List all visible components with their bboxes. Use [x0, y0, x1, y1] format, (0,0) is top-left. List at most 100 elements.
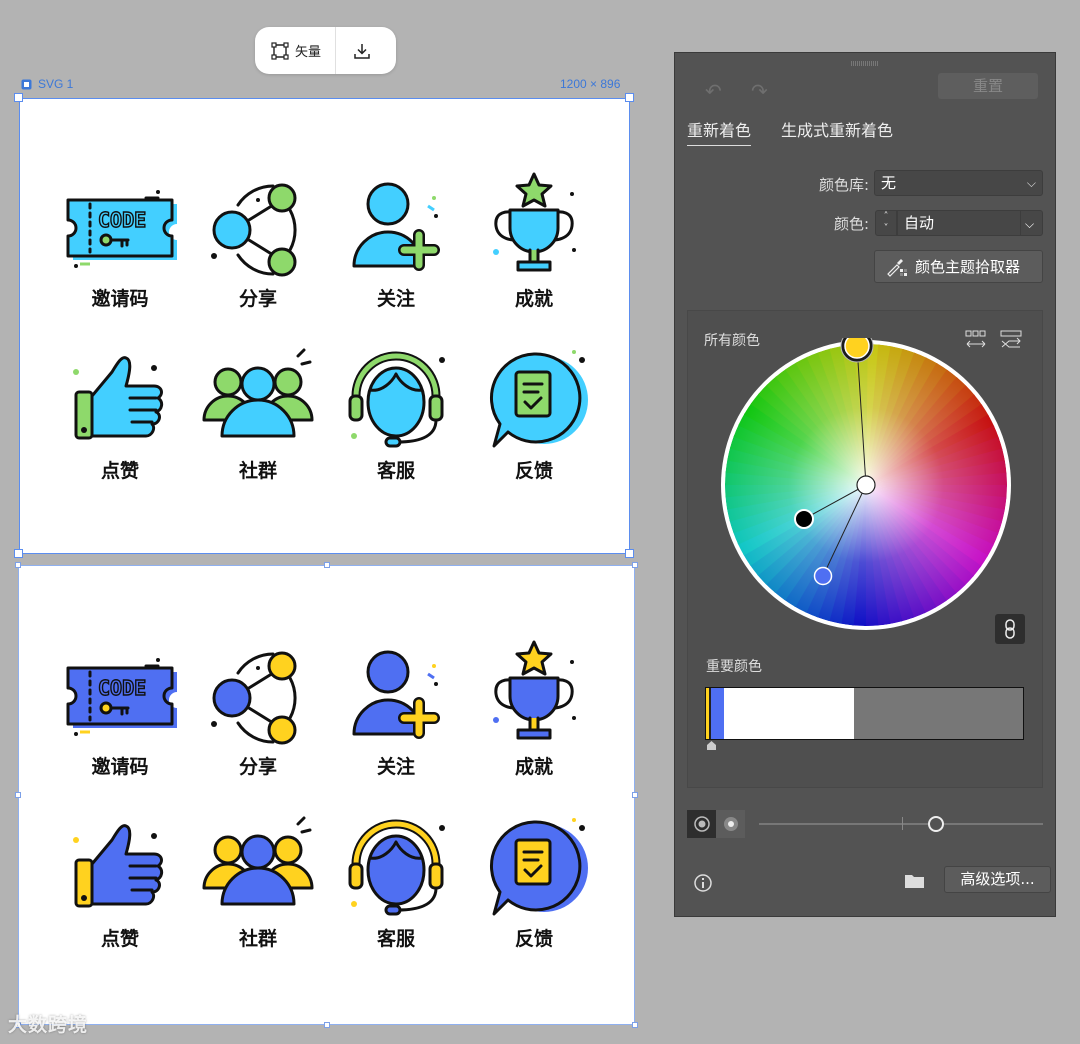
original-customer-service-item[interactable]: 客服 [336, 342, 456, 483]
artboard-size: 1200 × 896 [560, 77, 621, 91]
original-share-item[interactable]: 分享 [198, 170, 318, 311]
swatch-gray[interactable] [854, 688, 1023, 739]
community-label: 社群 [238, 460, 277, 482]
link-harmony-button[interactable] [995, 614, 1025, 644]
color-library-label: 颜色库: [818, 176, 869, 194]
colors-dropdown-button[interactable]: ⌵ [1020, 210, 1043, 236]
tab-recolor[interactable]: 重新着色 [687, 117, 752, 146]
artboard-original[interactable] [19, 98, 630, 554]
vector-button[interactable]: 矢量 [255, 27, 335, 74]
original-feedback-item[interactable]: 反馈 [474, 342, 594, 483]
resize-handle[interactable] [15, 562, 21, 568]
invite-code-label: 邀请码 [91, 288, 149, 310]
recolored-achievement-item[interactable]: 成就 [474, 638, 594, 779]
share-label: 分享 [238, 288, 277, 310]
achievement-label: 成就 [514, 756, 553, 778]
slider-center-tick [902, 817, 903, 830]
brightness-slider-track[interactable] [759, 823, 1043, 825]
resize-handle-tl[interactable] [14, 93, 23, 102]
share-icon [211, 651, 297, 745]
resize-handle[interactable] [632, 1022, 638, 1028]
resize-handle[interactable] [15, 792, 21, 798]
color-library-value: 无 [881, 174, 897, 192]
redo-icon[interactable]: ↷ [751, 79, 768, 103]
recolored-feedback-item[interactable]: 反馈 [474, 810, 594, 951]
resize-handle-bl[interactable] [14, 549, 23, 558]
feedback-label: 反馈 [514, 928, 553, 950]
customer-service-label: 客服 [376, 460, 415, 482]
reset-button[interactable]: 重置 [938, 73, 1038, 99]
achievement-label: 成就 [514, 288, 553, 310]
swatch-blue[interactable] [711, 688, 724, 739]
watermark: 大数跨境 [8, 1014, 89, 1036]
share-label: 分享 [238, 756, 277, 778]
follow-label: 关注 [376, 288, 415, 310]
community-icon [202, 816, 314, 906]
radio-on-icon [693, 816, 710, 832]
panel-grip[interactable] [851, 61, 879, 66]
svg-text:CODE: CODE [98, 676, 146, 700]
chevron-down-icon: ⌵ [1026, 176, 1036, 190]
color-theme-picker-button[interactable]: 颜色主题拾取器 [874, 250, 1043, 283]
original-follow-item[interactable]: 关注 [336, 170, 456, 311]
invite-code-label: 邀请码 [91, 756, 149, 778]
customer-service-label: 客服 [376, 928, 415, 950]
resize-handle-br[interactable] [625, 549, 634, 558]
folder-icon[interactable] [904, 873, 926, 889]
recolored-customer-service-item[interactable]: 客服 [336, 810, 456, 951]
follow-icon [352, 182, 440, 271]
display-mode-option-smooth[interactable] [687, 810, 716, 838]
download-button[interactable] [336, 27, 388, 74]
follow-icon [352, 650, 440, 739]
recolor-panel: ↶ ↷ 重置 重新着色 生成式重新着色 颜色库: 无 ⌵ 颜色: ˄ ˅ 自动 ⌵… [674, 52, 1056, 917]
recolored-invite-code-item[interactable]: CODE 邀请码 [60, 638, 180, 779]
customer-service-icon [348, 819, 445, 916]
original-like-item[interactable]: 点赞 [60, 342, 180, 483]
display-mode-group [687, 810, 745, 838]
display-mode-option-segmented[interactable] [716, 810, 745, 838]
resize-handle-tr[interactable] [625, 93, 634, 102]
recolored-follow-item[interactable]: 关注 [336, 638, 456, 779]
important-colors-bar[interactable] [705, 687, 1024, 740]
original-achievement-item[interactable]: 成就 [474, 170, 594, 311]
achievement-icon [493, 640, 576, 740]
colors-value: 自动 [904, 214, 935, 232]
recolored-like-item[interactable]: 点赞 [60, 810, 180, 951]
resize-handle[interactable] [324, 1022, 330, 1028]
colors-stepper[interactable]: ˄ ˅ [875, 210, 897, 236]
recolored-share-item[interactable]: 分享 [198, 638, 318, 779]
color-handle-black[interactable] [794, 509, 814, 529]
radio-gradient-icon [723, 817, 738, 831]
original-community-item[interactable]: 社群 [198, 342, 318, 483]
floating-toolbar: 矢量 [255, 27, 396, 74]
feedback-icon [489, 350, 588, 448]
download-icon [354, 43, 370, 59]
artboard-recolored[interactable] [18, 565, 635, 1025]
color-wheel[interactable] [721, 338, 1011, 638]
recolored-community-item[interactable]: 社群 [198, 810, 318, 951]
artboard-icon [21, 79, 32, 89]
like-icon [73, 824, 164, 908]
customer-service-icon [348, 351, 445, 448]
color-handle-blue[interactable] [813, 566, 833, 586]
tab-generative-recolor[interactable]: 生成式重新着色 [781, 117, 893, 145]
chevron-down-icon: ⌵ [1025, 217, 1035, 231]
feedback-label: 反馈 [514, 460, 553, 482]
color-handle-white[interactable] [856, 475, 876, 495]
colors-select[interactable]: 自动 [897, 210, 1021, 236]
color-library-select[interactable]: 无 ⌵ [874, 170, 1043, 196]
resize-handle[interactable] [632, 562, 638, 568]
resize-handle[interactable] [324, 562, 330, 568]
info-icon[interactable] [693, 873, 713, 893]
undo-icon[interactable]: ↶ [705, 79, 722, 103]
original-invite-code-item[interactable]: CODE 邀请码 [60, 170, 180, 311]
advanced-options-button[interactable]: 高级选项... [944, 866, 1051, 893]
feedback-icon [489, 818, 588, 916]
swatch-white[interactable] [724, 688, 854, 739]
invite-code-icon: CODE [66, 658, 177, 736]
eyedropper-icon [887, 258, 907, 277]
brightness-slider-thumb[interactable] [928, 816, 944, 832]
like-label: 点赞 [100, 928, 139, 950]
resize-handle[interactable] [632, 792, 638, 798]
artboard-name[interactable]: SVG 1 [21, 77, 73, 91]
